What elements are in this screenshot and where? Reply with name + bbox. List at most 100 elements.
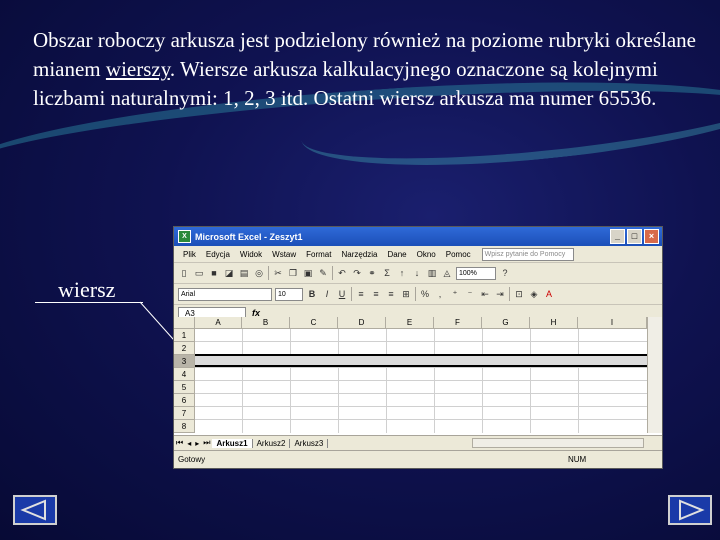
minimize-button[interactable]: _: [610, 229, 625, 244]
paste-icon[interactable]: ▣: [302, 267, 314, 279]
status-num: NUM: [568, 455, 587, 464]
column-header-e[interactable]: E: [386, 317, 434, 329]
select-all-corner[interactable]: [174, 317, 195, 329]
horizontal-scrollbar[interactable]: [472, 438, 644, 448]
help-icon[interactable]: ?: [499, 267, 511, 279]
selected-row-highlight[interactable]: [195, 354, 647, 367]
help-question-input[interactable]: Wpisz pytanie do Pomocy: [481, 247, 574, 261]
next-slide-button[interactable]: [668, 495, 712, 525]
menu-widok[interactable]: Widok: [235, 250, 267, 259]
excel-window: X Microsoft Excel - Zeszyt1 _ □ × Plik E…: [173, 226, 663, 469]
vertical-scrollbar[interactable]: [647, 317, 662, 433]
save-icon[interactable]: ■: [208, 267, 220, 279]
row-header-8[interactable]: 8: [174, 420, 195, 433]
prev-sheet-icon[interactable]: ◂: [185, 439, 193, 448]
print-preview-icon[interactable]: ◎: [253, 267, 265, 279]
borders-icon[interactable]: ⊡: [513, 288, 525, 300]
column-header-f[interactable]: F: [434, 317, 482, 329]
decrease-decimal-icon[interactable]: ⁻: [464, 288, 476, 300]
standard-toolbar: ▯ ▭ ■ ◪ ▤ ◎ ✂ ❐ ▣ ✎ ↶ ↷ ⚭ Σ ↑ ↓ ▥ ◬ 100%…: [174, 263, 662, 284]
merge-center-icon[interactable]: ⊞: [400, 288, 412, 300]
font-size-select[interactable]: 10: [275, 287, 303, 301]
menu-edycja[interactable]: Edycja: [201, 250, 235, 259]
grid-line: [290, 329, 291, 433]
toolbar-separator: [351, 287, 352, 301]
spreadsheet-grid[interactable]: A B C D E F G H I 1 2 3 4 5 6 7 8: [174, 317, 662, 435]
sheet-tab-arkusz3[interactable]: Arkusz3: [290, 438, 329, 448]
italic-icon[interactable]: I: [321, 288, 333, 300]
sort-descending-icon[interactable]: ↓: [411, 267, 423, 279]
hyperlink-icon[interactable]: ⚭: [366, 267, 378, 279]
maximize-button[interactable]: □: [627, 229, 642, 244]
redo-icon[interactable]: ↷: [351, 267, 363, 279]
grid-line: [434, 329, 435, 433]
bold-icon[interactable]: B: [306, 288, 318, 300]
prev-slide-button[interactable]: [13, 495, 57, 525]
permission-icon[interactable]: ◪: [223, 267, 235, 279]
comma-style-icon[interactable]: ,: [434, 288, 446, 300]
font-name-select[interactable]: Arial: [178, 287, 272, 301]
sort-ascending-icon[interactable]: ↑: [396, 267, 408, 279]
row-header-7[interactable]: 7: [174, 407, 195, 420]
menu-narzedzia[interactable]: Narzędzia: [336, 250, 382, 259]
next-sheet-icon[interactable]: ▸: [193, 439, 201, 448]
percent-icon[interactable]: %: [419, 288, 431, 300]
row-header-5[interactable]: 5: [174, 381, 195, 394]
menu-plik[interactable]: Plik: [178, 250, 201, 259]
align-right-icon[interactable]: ≡: [385, 288, 397, 300]
zoom-select[interactable]: 100%: [456, 266, 496, 280]
column-header-i[interactable]: I: [578, 317, 647, 329]
menu-pomoc[interactable]: Pomoc: [441, 250, 476, 259]
last-sheet-icon[interactable]: ⏭: [201, 438, 212, 448]
toolbar-separator: [415, 287, 416, 301]
column-header-h[interactable]: H: [530, 317, 578, 329]
copy-icon[interactable]: ❐: [287, 267, 299, 279]
sheet-tabs-bar: ⏮ ◂ ▸ ⏭ Arkusz1 Arkusz2 Arkusz3: [174, 435, 662, 450]
decrease-indent-icon[interactable]: ⇤: [479, 288, 491, 300]
menu-wstaw[interactable]: Wstaw: [267, 250, 301, 259]
drawing-icon[interactable]: ◬: [441, 267, 453, 279]
excel-app-icon: X: [178, 230, 191, 243]
undo-icon[interactable]: ↶: [336, 267, 348, 279]
autosum-icon[interactable]: Σ: [381, 267, 393, 279]
status-ready: Gotowy: [178, 455, 206, 464]
chart-wizard-icon[interactable]: ▥: [426, 267, 438, 279]
column-header-d[interactable]: D: [338, 317, 386, 329]
sheet-tab-arkusz2[interactable]: Arkusz2: [253, 438, 291, 448]
increase-decimal-icon[interactable]: ⁺: [449, 288, 461, 300]
close-button[interactable]: ×: [644, 229, 659, 244]
row-header-4[interactable]: 4: [174, 368, 195, 381]
print-icon[interactable]: ▤: [238, 267, 250, 279]
cut-icon[interactable]: ✂: [272, 267, 284, 279]
first-sheet-icon[interactable]: ⏮: [174, 438, 185, 448]
grid-line: [530, 329, 531, 433]
grid-line: [195, 367, 647, 368]
grid-line: [195, 341, 647, 342]
menu-dane[interactable]: Dane: [383, 250, 412, 259]
toolbar-separator: [268, 266, 269, 280]
grid-line: [242, 329, 243, 433]
row-header-2[interactable]: 2: [174, 342, 195, 355]
increase-indent-icon[interactable]: ⇥: [494, 288, 506, 300]
format-painter-icon[interactable]: ✎: [317, 267, 329, 279]
align-left-icon[interactable]: ≡: [355, 288, 367, 300]
excel-titlebar: X Microsoft Excel - Zeszyt1 _ □ ×: [174, 227, 662, 246]
column-header-c[interactable]: C: [290, 317, 338, 329]
grid-line: [195, 380, 647, 381]
row-header-3[interactable]: 3: [174, 355, 195, 368]
row-header-6[interactable]: 6: [174, 394, 195, 407]
fill-color-icon[interactable]: ◈: [528, 288, 540, 300]
column-header-b[interactable]: B: [242, 317, 290, 329]
align-center-icon[interactable]: ≡: [370, 288, 382, 300]
underline-icon[interactable]: U: [336, 288, 348, 300]
column-header-a[interactable]: A: [195, 317, 242, 329]
open-folder-icon[interactable]: ▭: [193, 267, 205, 279]
grid-line: [578, 329, 579, 433]
sheet-tab-arkusz1[interactable]: Arkusz1: [212, 438, 253, 448]
new-file-icon[interactable]: ▯: [178, 267, 190, 279]
column-header-g[interactable]: G: [482, 317, 530, 329]
row-header-1[interactable]: 1: [174, 329, 195, 342]
menu-okno[interactable]: Okno: [412, 250, 441, 259]
menu-format[interactable]: Format: [301, 250, 336, 259]
font-color-icon[interactable]: A: [543, 288, 555, 300]
